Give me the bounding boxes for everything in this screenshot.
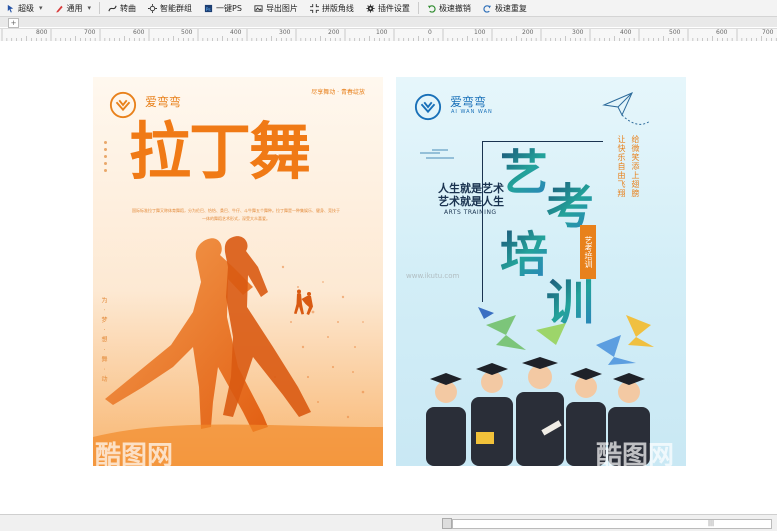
art-training-poster[interactable]: 爱弯弯 AI WAN WAN 人生就是艺术 艺术就是人生 ARTS TRAINI… xyxy=(396,77,686,466)
ruler-label: 100 xyxy=(376,29,388,36)
ruler-label: 800 xyxy=(36,29,48,36)
toolbar-fast-undo-button[interactable]: 极速撤销 xyxy=(421,0,477,16)
document-tab-strip: + xyxy=(0,17,777,28)
ruler-label: 300 xyxy=(572,29,584,36)
ruler-label: 400 xyxy=(230,29,242,36)
ruler-label: 100 xyxy=(474,29,486,36)
latin-dance-poster[interactable]: 爱弯弯 尽享舞动 · 青春绽放 拉丁舞 国际标准拉丁舞又称体育舞蹈，分为伦巴、恰… xyxy=(93,77,383,466)
undo-icon xyxy=(427,4,436,13)
ruler-label: 300 xyxy=(279,29,291,36)
poster-brand-subtitle: AI WAN WAN xyxy=(451,109,493,115)
poster-english-subtitle: ARTS TRAINING xyxy=(444,209,497,216)
scroll-left-handle[interactable] xyxy=(442,518,452,529)
poster-slogan-line1: 人生就是艺术 xyxy=(438,182,504,195)
decorative-dots xyxy=(102,141,110,176)
ruler-label: 700 xyxy=(84,29,96,36)
crop-marks-icon xyxy=(309,3,319,13)
ruler-ticks xyxy=(1,29,777,41)
ruler-label: 400 xyxy=(620,29,632,36)
brand-logo-icon xyxy=(414,93,442,121)
ruler-label: 200 xyxy=(328,29,340,36)
new-tab-plus-icon[interactable]: + xyxy=(8,18,19,28)
poster-brand-name: 爱弯弯 xyxy=(450,95,487,109)
toolbar: 超级 ▾ 通用 ▾ 转曲 智能群组 Ps 一键PS 导出图片 拼版角线 插件设置… xyxy=(0,0,777,17)
ruler-label: 0 xyxy=(428,29,432,36)
toolbar-general-label: 通用 xyxy=(66,3,83,13)
ruler-label: 600 xyxy=(133,29,145,36)
toolbar-super-button[interactable]: 超级 ▾ xyxy=(0,0,49,16)
scrollbar-grip-icon[interactable]: ||| xyxy=(708,520,714,527)
scrollbar-track[interactable] xyxy=(452,519,772,529)
poster-tagline: 尽享舞动 · 青春绽放 xyxy=(311,89,365,96)
toolbar-one-click-ps-label: 一键PS xyxy=(216,3,242,13)
toolbar-general-button[interactable]: 通用 ▾ xyxy=(49,0,98,16)
toolbar-divider xyxy=(99,2,101,14)
toolbar-crop-marks-label: 拼版角线 xyxy=(321,3,354,13)
watermark-url: www.ikutu.com xyxy=(406,272,460,280)
ruler-label: 500 xyxy=(669,29,681,36)
toolbar-curve-button[interactable]: 转曲 xyxy=(102,0,142,16)
group-icon xyxy=(148,3,158,13)
ruler-label: 700 xyxy=(762,29,774,36)
ruler-label: 600 xyxy=(716,29,728,36)
toolbar-smart-group-label: 智能群组 xyxy=(160,3,193,13)
dancers-silhouette xyxy=(93,236,383,466)
toolbar-crop-marks-button[interactable]: 拼版角线 xyxy=(304,0,360,16)
toolbar-plugin-settings-label: 插件设置 xyxy=(377,3,410,13)
poster-description: 国际标准拉丁舞又称体育舞蹈，分为伦巴、恰恰、桑巴、牛仔、斗牛舞五个舞种。拉丁舞是… xyxy=(132,208,340,221)
poster-vertical-slogan: 给微笑添上翅膀 xyxy=(631,135,640,198)
poster-slogan: 人生就是艺术 艺术就是人生 xyxy=(438,182,504,208)
cursor-icon xyxy=(7,4,14,12)
toolbar-fast-redo-label: 极速重复 xyxy=(494,3,527,13)
poster-title: 拉丁舞 xyxy=(129,115,311,188)
poster-brand-name: 爱弯弯 xyxy=(145,95,182,109)
toolbar-fast-undo-label: 极速撤销 xyxy=(438,3,471,13)
poster-title-char: 艺 xyxy=(500,133,548,203)
ps-icon: Ps xyxy=(204,4,213,12)
toolbar-one-click-ps-button[interactable]: Ps 一键PS xyxy=(198,0,248,16)
watermark-text: 酷图网 xyxy=(596,441,675,466)
poster-badge: 艺考培训 xyxy=(580,225,596,279)
chevron-down-icon[interactable]: ▾ xyxy=(39,4,43,12)
toolbar-plugin-settings-button[interactable]: 插件设置 xyxy=(360,0,416,16)
paper-plane-icon xyxy=(602,92,651,125)
toolbar-smart-group-button[interactable]: 智能群组 xyxy=(142,0,198,16)
horizontal-ruler: 800 700 600 500 400 300 200 100 0 100 20… xyxy=(0,28,777,42)
toolbar-export-image-label: 导出图片 xyxy=(265,3,298,13)
horizontal-scrollbar[interactable]: ||| xyxy=(0,514,777,531)
toolbar-export-image-button[interactable]: 导出图片 xyxy=(248,0,304,16)
chevron-down-icon[interactable]: ▾ xyxy=(88,4,92,12)
poster-title-char: 培 xyxy=(500,215,548,285)
toolbar-fast-redo-button[interactable]: 极速重复 xyxy=(477,0,533,16)
ruler-label: 500 xyxy=(181,29,193,36)
watermark-text: 酷图网 xyxy=(95,441,174,466)
redo-icon xyxy=(483,4,492,13)
pen-icon xyxy=(55,5,63,13)
gear-icon xyxy=(366,3,375,13)
curve-icon xyxy=(108,5,117,11)
toolbar-divider xyxy=(417,2,419,14)
cloud-lines-decoration xyxy=(420,149,454,159)
poster-slogan-line2: 艺术就是人生 xyxy=(438,195,504,208)
poster-vertical-slogan: 让快乐自由飞翔 xyxy=(617,135,626,198)
ruler-label: 200 xyxy=(522,29,534,36)
toolbar-curve-label: 转曲 xyxy=(120,3,137,13)
toolbar-super-label: 超级 xyxy=(18,3,34,13)
svg-text:Ps: Ps xyxy=(206,6,212,12)
image-icon xyxy=(254,4,263,12)
